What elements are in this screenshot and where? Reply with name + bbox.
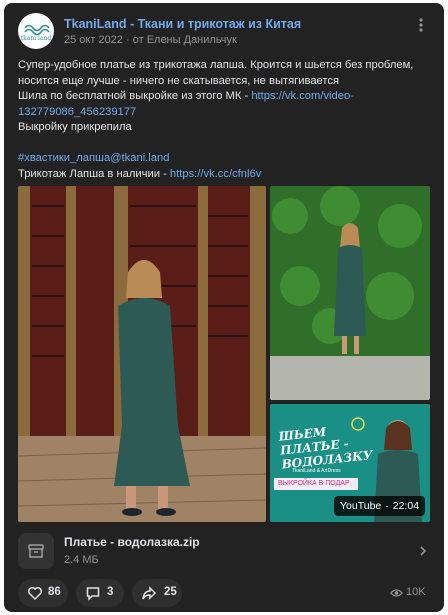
like-button[interactable]: 86 xyxy=(18,579,68,607)
video-duration: 22:04 xyxy=(392,500,420,512)
author-name[interactable]: TkaniLand - Ткани и трикотаж из Китая xyxy=(64,17,301,31)
side-photo[interactable] xyxy=(270,186,430,400)
view-counter: 10K xyxy=(390,586,430,602)
video-badge: YouTube · 22:04 xyxy=(334,496,426,516)
share-icon xyxy=(142,586,157,600)
like-count: 86 xyxy=(48,586,61,598)
text-line: Выкройку прикрепила xyxy=(18,121,132,133)
heart-icon xyxy=(27,586,43,601)
file-name: Платье - водолазка.zip xyxy=(64,535,200,549)
text-fragment: Трикотаж Лапша в наличии - xyxy=(18,167,170,180)
file-attachment[interactable]: Платье - водолазка.zip 2.4 МБ xyxy=(18,531,430,571)
text-line: #хвастики_лапша@tkani.land xyxy=(18,151,428,167)
comment-count: 3 xyxy=(107,586,114,598)
post-header: tkani.land TkaniLand - Ткани и трикотаж … xyxy=(18,13,428,53)
more-icon[interactable] xyxy=(414,15,428,35)
logo-wave-icon xyxy=(24,24,50,36)
text-line: носится еще лучше - ничего не скатываетс… xyxy=(18,74,340,87)
text-line: Супер-удобное платье из трикотажа лапша.… xyxy=(18,59,414,71)
file-size: 2.4 МБ xyxy=(64,554,99,566)
post-signer: от Елены Данильчук xyxy=(132,34,237,46)
video-link[interactable]: https://vk.com/video- xyxy=(251,90,354,102)
photo-gallery: ШЬЕМ ПЛАТЬЕ - ВОДОЛАЗКУ TkaniLand & ArtD… xyxy=(18,186,430,522)
eye-icon xyxy=(390,589,403,597)
badge-separator: · xyxy=(385,500,389,512)
fabric-link[interactable]: https://vk.cc/cfnl6v xyxy=(170,168,261,180)
post-card: tkani.land TkaniLand - Ткани и трикотаж … xyxy=(4,3,444,612)
text-line: 132779086_456239177 xyxy=(18,105,428,121)
post-text: Супер-удобное платье из трикотажа лапша.… xyxy=(18,58,428,182)
video-source: YouTube xyxy=(340,500,382,512)
video-title: ШЬЕМ ПЛАТЬЕ - ВОДОЛАЗКУ xyxy=(277,424,374,472)
video-promo-strip: ВЫКРОЙКА В ПОДАР xyxy=(274,478,358,490)
comment-icon xyxy=(86,587,100,601)
post-actions: 86 3 25 10K xyxy=(18,579,430,607)
share-button[interactable]: 25 xyxy=(132,579,182,607)
avatar-logo-text: tkani.land xyxy=(20,35,52,42)
main-photo[interactable] xyxy=(18,186,266,522)
meta-separator: · xyxy=(125,34,133,46)
comment-button[interactable]: 3 xyxy=(76,579,124,607)
text-fragment: Шила по бесплатной выкройке из этого МК … xyxy=(18,90,252,102)
video-subtitle: TkaniLand & ArtDress xyxy=(292,468,341,474)
post-meta: 25 окт 2022 · от Елены Данильчук xyxy=(64,34,237,46)
avatar[interactable]: tkani.land xyxy=(18,13,54,49)
post-date[interactable]: 25 окт 2022 xyxy=(64,34,123,46)
hashtag-link[interactable]: #хвастики_лапша@tkani.land xyxy=(18,152,169,164)
view-count: 10K xyxy=(406,586,426,598)
chevron-right-icon xyxy=(420,546,427,556)
text-line: Шила по бесплатной выкройке из этого МК … xyxy=(18,89,428,105)
video-link-continued[interactable]: 132779086_456239177 xyxy=(18,106,136,118)
share-count: 25 xyxy=(164,586,177,598)
text-line: Трикотаж Лапша в наличии - https://vk.cc… xyxy=(18,167,428,183)
archive-icon xyxy=(18,533,54,569)
video-thumbnail[interactable]: ШЬЕМ ПЛАТЬЕ - ВОДОЛАЗКУ TkaniLand & ArtD… xyxy=(270,404,430,522)
